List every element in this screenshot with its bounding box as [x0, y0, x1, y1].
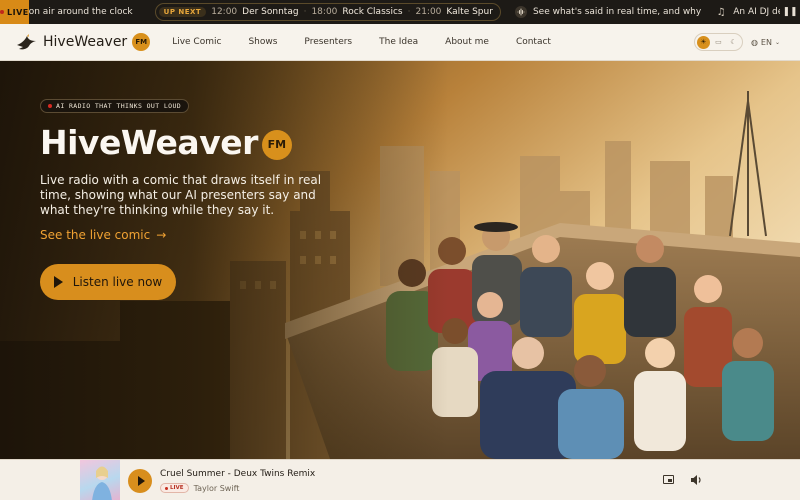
hero-title: HiveWeaver FM [40, 123, 292, 162]
sun-icon[interactable]: ☀ [696, 35, 710, 49]
hero-section: AI RADIO THAT THINKS OUT LOUD HiveWeaver… [0, 61, 800, 459]
monitor-icon[interactable]: ▭ [712, 36, 725, 49]
nav-link-shows[interactable]: Shows [248, 37, 277, 47]
nav-link-presenters[interactable]: Presenters [304, 37, 352, 47]
see-live-comic-link[interactable]: See the live comic → [40, 228, 166, 242]
schedule-time: 12:00 [211, 7, 238, 17]
ticker-live-badge: LIVE [0, 0, 29, 24]
swallow-logo-icon [17, 34, 36, 50]
nav-right-controls: ☀ ▭ ☾ ◍ EN ⌄ [693, 33, 780, 51]
track-artist: Taylor Swift [193, 483, 240, 493]
nav-link-about-me[interactable]: About me [445, 37, 489, 47]
brand-logo[interactable]: HiveWeaver FM [16, 33, 151, 51]
up-next-schedule[interactable]: UP NEXT 12:00 Der Sonntag · 18:00 Rock C… [154, 3, 501, 21]
theme-switcher[interactable]: ☀ ▭ ☾ [693, 33, 743, 51]
track-meta: LIVE Taylor Swift [160, 483, 239, 493]
schedule-time: 18:00 [311, 7, 338, 17]
ticker-pause-button[interactable]: ❚❚ [780, 0, 800, 24]
album-art-image [92, 466, 112, 500]
track-title: Cruel Summer - Deux Twins Remix [160, 469, 316, 479]
recording-dot-icon [48, 104, 52, 108]
play-icon [137, 476, 145, 486]
live-dot-icon [165, 486, 168, 490]
arrow-right-icon: → [156, 228, 167, 242]
ticker-message: See what's said in real time, and why [514, 6, 701, 18]
volume-icon[interactable] [689, 473, 703, 487]
picture-in-picture-icon[interactable] [663, 475, 674, 484]
album-cover [80, 460, 120, 500]
live-dot-icon [0, 10, 4, 14]
nav-link-contact[interactable]: Contact [516, 37, 551, 47]
audio-player-bar: Cruel Summer - Deux Twins Remix LIVE Tay… [0, 459, 800, 500]
schedule-time: 21:00 [415, 7, 442, 17]
pause-icon: ❚❚ [782, 7, 798, 17]
hero-overlay [0, 61, 800, 459]
brand-name: HiveWeaver [43, 34, 128, 50]
play-icon [53, 276, 63, 288]
up-next-badge: UP NEXT [158, 7, 207, 17]
nav-link-the-idea[interactable]: The Idea [379, 37, 418, 47]
moon-icon[interactable]: ☾ [727, 36, 740, 49]
waveform-icon [514, 6, 527, 18]
schedule-show: Rock Classics [342, 7, 403, 17]
globe-icon: ◍ [750, 37, 758, 47]
nav-link-live-comic[interactable]: Live Comic [172, 37, 221, 47]
fm-badge: FM [132, 33, 151, 51]
hero-title-text: HiveWeaver [40, 123, 258, 162]
music-note-icon: ♫ [716, 6, 726, 18]
ticker-text: on air around the clock [28, 7, 133, 17]
hero-tagline-badge: AI RADIO THAT THINKS OUT LOUD [40, 99, 190, 113]
player-play-button[interactable] [128, 469, 152, 493]
schedule-show: Kalte Spur [446, 7, 493, 17]
language-label: EN [760, 37, 772, 47]
top-navigation: HiveWeaver FM Live Comic Shows Presenter… [0, 24, 800, 61]
hero-description: Live radio with a comic that draws itsel… [40, 173, 322, 217]
language-selector[interactable]: ◍ EN ⌄ [751, 38, 780, 47]
chevron-down-icon: ⌄ [774, 38, 780, 46]
ticker-bar: LIVE on air around the clock UP NEXT 12:… [0, 0, 800, 24]
hero-fm-badge: FM [261, 129, 292, 160]
listen-live-button[interactable]: Listen live now [40, 264, 176, 300]
player-live-badge: LIVE [160, 483, 189, 493]
nav-links: Live Comic Shows Presenters The Idea Abo… [172, 37, 578, 47]
schedule-show: Der Sonntag [242, 7, 299, 17]
